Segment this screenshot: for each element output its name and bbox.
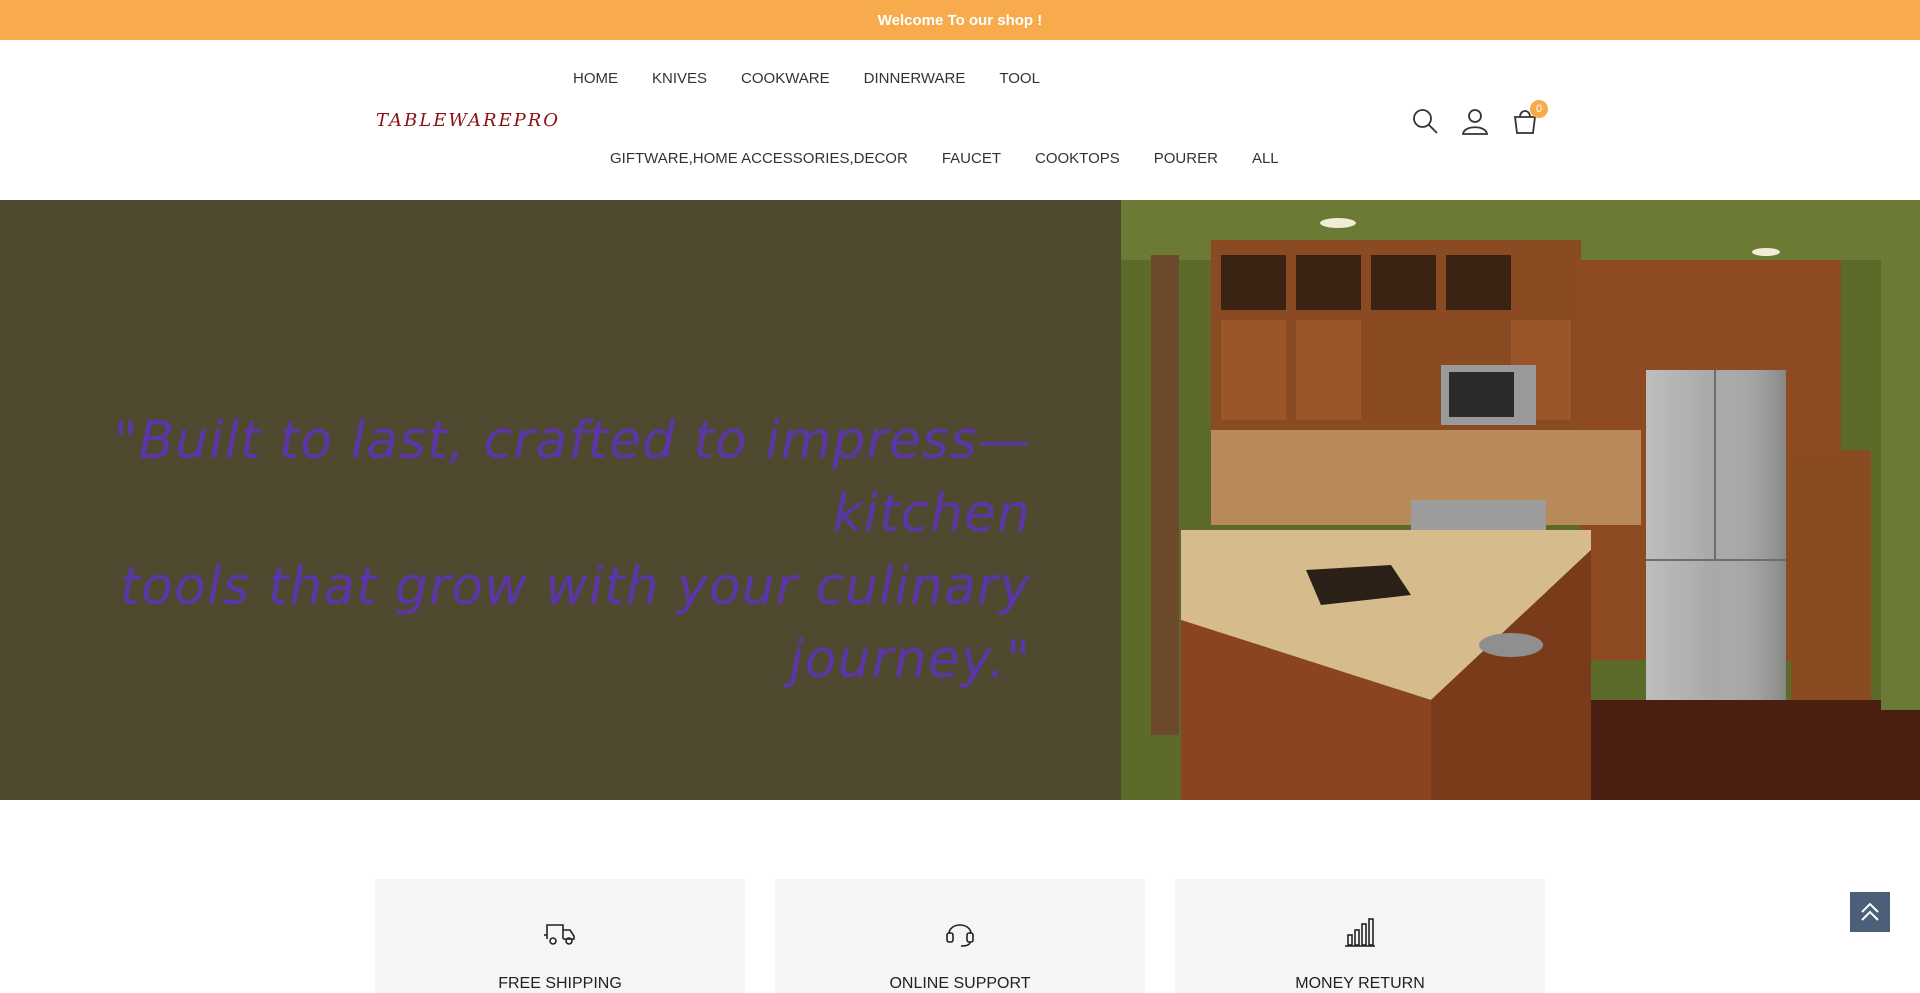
nav-item-all[interactable]: ALL — [1235, 150, 1296, 167]
nav-item-pourer[interactable]: POURER — [1137, 150, 1235, 167]
nav-item-tool[interactable]: TOOL — [982, 70, 1057, 87]
feature-title: MONEY RETURN — [1295, 975, 1425, 992]
nav-item-home[interactable]: HOME — [556, 70, 635, 87]
hero-kitchen-image — [1121, 200, 1920, 800]
hero-quote-line-1: "Built to last, crafted to impress—kitch… — [113, 411, 1031, 544]
double-chevron-up-icon — [1861, 902, 1879, 921]
search-button[interactable] — [1410, 106, 1442, 138]
feature-free-shipping: FREE SHIPPING — [375, 879, 745, 993]
nav-item-dinnerware[interactable]: DINNERWARE — [847, 70, 983, 87]
hero-banner: "Built to last, crafted to impress—kitch… — [0, 200, 1920, 800]
nav-item-knives[interactable]: KNIVES — [635, 70, 724, 87]
feature-money-return: MONEY RETURN — [1175, 879, 1545, 993]
site-logo[interactable]: TABLEWAREPRO — [376, 110, 560, 131]
nav-item-faucet[interactable]: FAUCET — [925, 150, 1018, 167]
kitchen-photo — [1121, 200, 1920, 800]
user-icon — [1461, 109, 1489, 135]
cart-button[interactable]: 0 — [1510, 100, 1548, 138]
announcement-bar: Welcome To our shop ! — [0, 0, 1920, 40]
site-header: TABLEWAREPRO HOME KNIVES COOKWARE DINNER… — [0, 40, 1920, 200]
hero-quote-line-2: tools that grow with your culinary journ… — [119, 557, 1031, 690]
hero-text-panel: "Built to last, crafted to impress—kitch… — [0, 200, 1121, 800]
hero-quote: "Built to last, crafted to impress—kitch… — [31, 405, 1031, 697]
bar-chart-icon — [1345, 918, 1375, 947]
nav-item-giftware[interactable]: GIFTWARE,HOME ACCESSORIES,DECOR — [593, 150, 925, 167]
account-button[interactable] — [1460, 106, 1492, 138]
nav-item-cookware[interactable]: COOKWARE — [724, 70, 847, 87]
nav-item-cooktops[interactable]: COOKTOPS — [1018, 150, 1137, 167]
feature-title: ONLINE SUPPORT — [889, 975, 1031, 992]
search-icon — [1413, 109, 1438, 134]
headset-icon — [946, 924, 974, 947]
feature-title: FREE SHIPPING — [498, 975, 622, 992]
feature-online-support: ONLINE SUPPORT — [775, 879, 1145, 993]
truck-icon — [544, 924, 575, 945]
scroll-to-top-button[interactable] — [1850, 892, 1890, 932]
header-icons: 0 — [1410, 100, 1548, 138]
features-section: FREE SHIPPING ONLINE SUPPORT MONEY RETUR… — [0, 879, 1920, 993]
cart-count-badge: 0 — [1530, 100, 1548, 118]
announcement-text: Welcome To our shop ! — [877, 11, 1043, 29]
